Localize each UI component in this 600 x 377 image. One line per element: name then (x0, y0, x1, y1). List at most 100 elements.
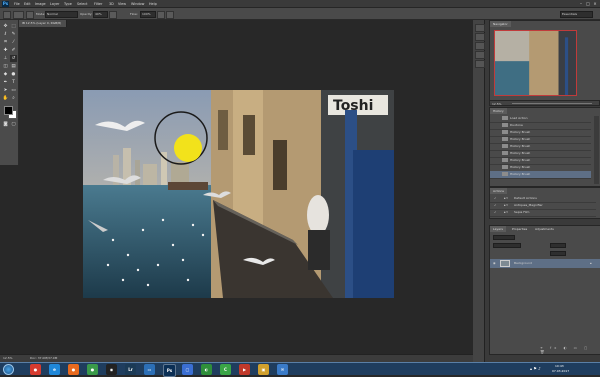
layer-opacity-input[interactable] (550, 243, 566, 248)
quick-mask-icon[interactable]: ◙ (2, 121, 9, 128)
shape-tool-icon[interactable]: ▭ (10, 87, 17, 94)
eyedropper-tool-icon[interactable]: ⁄ (10, 39, 17, 46)
opacity-label: Opacity: (80, 12, 93, 16)
menu-help[interactable]: Help (149, 2, 157, 6)
history-item-selected[interactable]: History Brush (490, 171, 591, 179)
lock-icon: 🔒︎ (590, 261, 592, 265)
pen-tool-icon[interactable]: ✒ (2, 79, 9, 86)
healing-brush-tool-icon[interactable]: ✚ (2, 47, 9, 54)
navigator-tab[interactable]: Navigator (490, 21, 511, 27)
minimize-icon[interactable]: – (578, 1, 584, 6)
opacity-input[interactable]: 40% (93, 11, 108, 18)
monitor-icon[interactable]: ▭ (144, 364, 155, 375)
history-scrollbar[interactable] (594, 116, 599, 184)
history-brush-tool-icon[interactable]: ↺ (10, 55, 17, 62)
lasso-tool-icon[interactable]: ℓ (2, 31, 9, 38)
menu-filter[interactable]: Filter (94, 2, 102, 6)
checkbox-icon[interactable]: ✓ (494, 202, 497, 209)
folder-icon: ▸▭ (504, 203, 509, 207)
photoshop-icon[interactable]: Ps (163, 364, 176, 377)
media-icon[interactable]: ▶ (239, 364, 250, 375)
hand-tool-icon[interactable]: ✋ (2, 95, 9, 102)
tool-preset-icon[interactable] (3, 11, 11, 19)
menu-window[interactable]: Window (131, 2, 144, 6)
workspace-switcher[interactable]: Essentials (560, 11, 593, 18)
files-icon[interactable]: ▣ (258, 364, 269, 375)
history-tab[interactable]: History (490, 108, 507, 114)
brush-size-picker[interactable] (13, 11, 24, 19)
brush-panel-icon[interactable] (26, 11, 34, 19)
navigator-preview-image (495, 31, 576, 95)
folder-icon: ▸▭ (504, 196, 509, 200)
flow-input[interactable]: 100% (140, 11, 156, 18)
layer-fill-input[interactable] (550, 251, 566, 256)
firefox-icon[interactable]: ● (68, 364, 79, 375)
pressure-size-icon[interactable] (166, 11, 174, 19)
chrome-icon[interactable]: ● (30, 364, 41, 375)
color-panel-icon[interactable] (475, 33, 485, 41)
screen-mode-icon[interactable]: ▢ (10, 121, 17, 128)
menu-3d[interactable]: 3D (109, 2, 114, 6)
quick-select-tool-icon[interactable]: ✎ (10, 31, 17, 38)
properties-tab[interactable]: Properties (509, 226, 531, 232)
gradient-tool-icon[interactable]: ▤ (10, 63, 17, 70)
clone-stamp-tool-icon[interactable]: ⊥ (2, 55, 9, 62)
layers-panel: Layers Properties Adjustments ◉ Backgrou… (489, 225, 600, 355)
pressure-opacity-icon[interactable] (109, 11, 117, 19)
maximize-icon[interactable]: □ (585, 1, 591, 6)
eye-icon[interactable]: ◉ (493, 261, 496, 265)
adjustments-tab[interactable]: Adjustments (532, 226, 557, 232)
brush-panel-icon-side[interactable] (475, 51, 485, 59)
navigator-thumbnail[interactable] (494, 30, 577, 96)
layer-panel-footer-icons[interactable]: ⚭ fx ◐ ▭ ▢ 🗑︎ (540, 346, 600, 354)
character-panel-icon[interactable] (475, 60, 485, 68)
camtasia-icon[interactable]: C (220, 364, 231, 375)
bridge-icon[interactable]: ▢ (182, 364, 193, 375)
brush-tool-icon[interactable]: ✐ (10, 47, 17, 54)
start-button[interactable] (3, 364, 14, 375)
menu-layer[interactable]: Layer (50, 2, 59, 6)
document-tab[interactable]: IB 12.5% (Layer 0, RGB/8) (19, 20, 67, 27)
checkbox-icon[interactable]: ✓ (494, 209, 497, 216)
layer-filter-select[interactable] (493, 235, 515, 240)
history-panel-icon[interactable] (475, 24, 485, 32)
mail-icon[interactable]: ✉ (277, 364, 288, 375)
mode-select[interactable]: Normal (45, 11, 78, 18)
move-tool-icon[interactable]: ✥ (2, 23, 9, 30)
foreground-color-swatch[interactable] (4, 106, 13, 115)
eraser-tool-icon[interactable]: ◫ (2, 63, 9, 70)
history-state-icon (502, 130, 508, 134)
swatches-panel-icon[interactable] (475, 42, 485, 50)
action-set[interactable]: ✓ ▸▭ Sepia Film (490, 209, 596, 217)
layer-thumbnail (500, 260, 510, 267)
blend-mode-select[interactable] (493, 243, 521, 248)
tray-icons[interactable]: ▴ ⚑ ♪ (530, 366, 541, 371)
chrome2-icon[interactable]: ● (87, 364, 98, 375)
navigator-zoom-slider[interactable] (512, 103, 592, 104)
layers-tab[interactable]: Layers (490, 226, 506, 232)
airbrush-icon[interactable] (157, 11, 165, 19)
document-canvas[interactable]: Toshi (83, 90, 394, 298)
zoom-level[interactable]: 12.5% (3, 356, 13, 360)
lightroom-icon[interactable]: Lr (125, 364, 136, 375)
layer-row-background[interactable]: ◉ Background 🔒︎ (490, 259, 600, 268)
menu-view[interactable]: View (118, 2, 126, 6)
app-green-icon[interactable]: ◐ (201, 364, 212, 375)
player-icon[interactable]: ◉ (106, 364, 117, 375)
ie-icon[interactable]: e (49, 364, 60, 375)
zoom-tool-icon[interactable]: ⌕ (10, 95, 17, 102)
crop-tool-icon[interactable]: ⌗ (2, 39, 9, 46)
type-tool-icon[interactable]: T (10, 79, 17, 86)
checkbox-icon[interactable]: ✓ (494, 195, 497, 202)
actions-tab[interactable]: Actions (490, 188, 507, 194)
menu-image[interactable]: Image (35, 2, 46, 6)
path-select-tool-icon[interactable]: ➤ (2, 87, 9, 94)
menu-edit[interactable]: Edit (24, 2, 31, 6)
marquee-tool-icon[interactable]: ⬚ (10, 23, 17, 30)
menu-file[interactable]: File (14, 2, 20, 6)
dodge-tool-icon[interactable]: ● (10, 71, 17, 78)
close-icon[interactable]: × (592, 1, 598, 6)
menu-select[interactable]: Select (77, 2, 87, 6)
menu-type[interactable]: Type (64, 2, 72, 6)
blur-tool-icon[interactable]: ◆ (2, 71, 9, 78)
